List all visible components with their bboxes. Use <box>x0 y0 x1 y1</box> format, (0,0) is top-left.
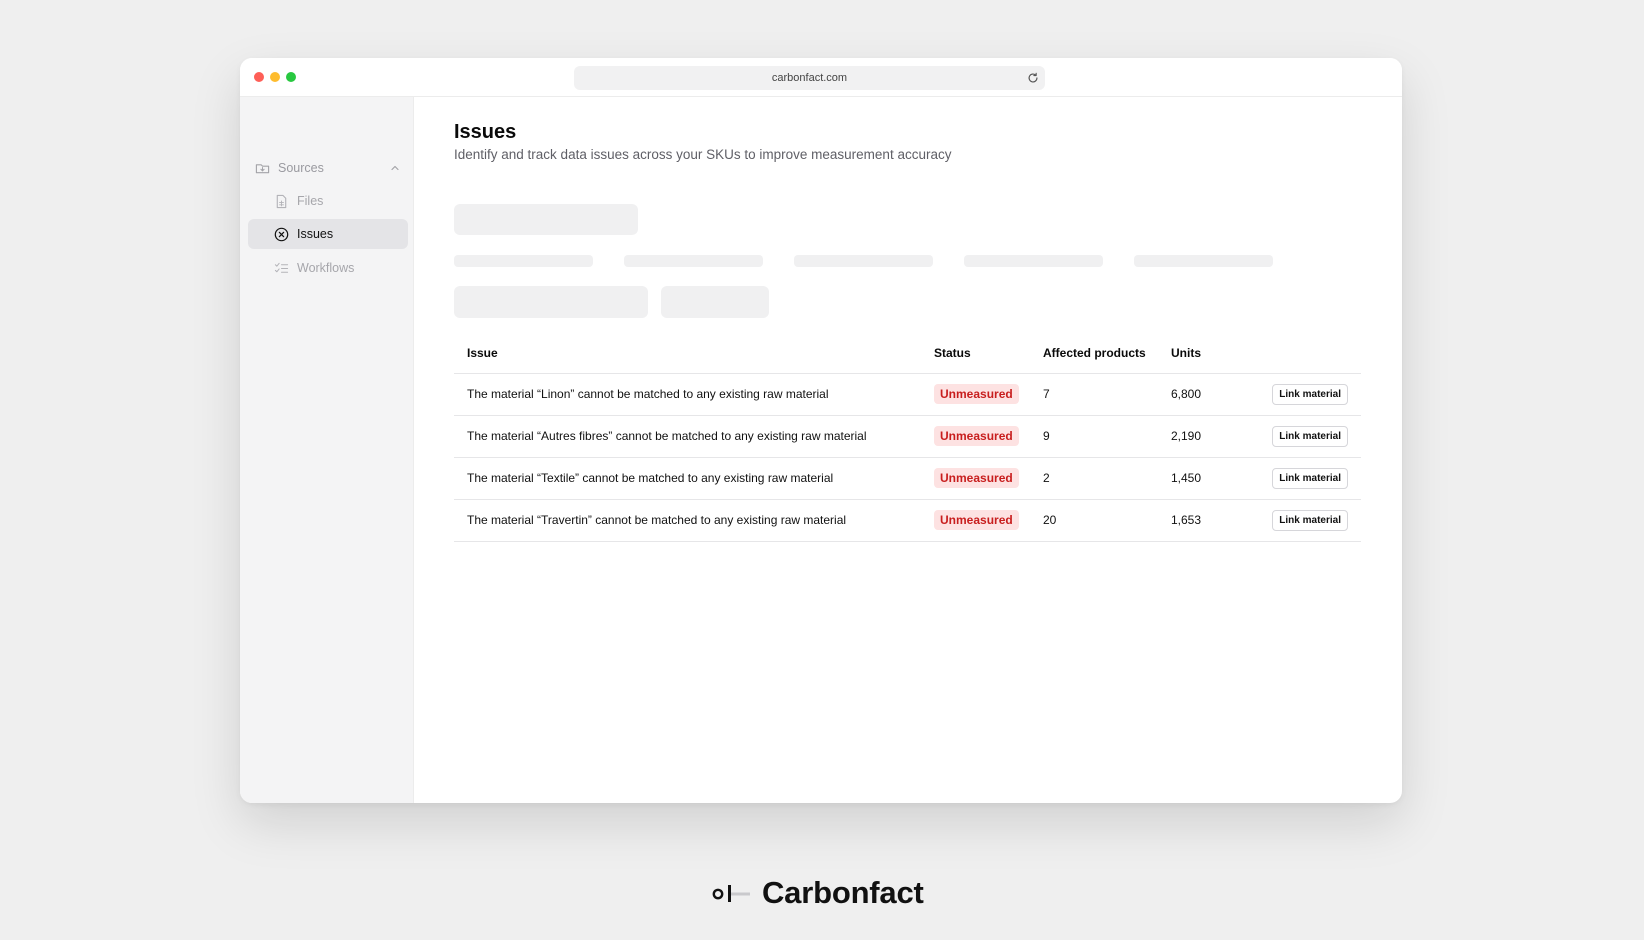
brand-logo: Carbonfact <box>712 875 924 911</box>
status-badge: Unmeasured <box>934 384 1019 404</box>
column-header-units[interactable]: Units <box>1171 333 1263 374</box>
table-row[interactable]: The material “Textile” cannot be matched… <box>454 457 1361 500</box>
skeleton-tab <box>794 255 933 267</box>
column-header-affected-products[interactable]: Affected products <box>1043 333 1171 374</box>
browser-window: carbonfact.com Sources Files Issues Work… <box>240 58 1402 803</box>
circle-x-icon <box>274 227 289 241</box>
table-row[interactable]: The material “Travertin” cannot be match… <box>454 499 1361 542</box>
checklist-icon <box>274 262 289 273</box>
units-value: 6,800 <box>1171 373 1263 416</box>
link-material-button[interactable]: Link material <box>1272 509 1348 531</box>
skeleton-tab <box>624 255 763 267</box>
folder-icon <box>255 163 270 173</box>
page-subtitle: Identify and track data issues across yo… <box>454 147 952 162</box>
column-header-issue[interactable]: Issue <box>454 333 934 374</box>
reload-icon[interactable] <box>1026 71 1040 85</box>
affected-products-count: 2 <box>1043 457 1171 500</box>
sidebar-section-sources[interactable]: Sources <box>255 153 407 183</box>
address-bar[interactable]: carbonfact.com <box>574 66 1045 90</box>
skeleton-tab <box>964 255 1103 267</box>
chevron-up-icon[interactable] <box>389 162 401 174</box>
units-value: 1,653 <box>1171 499 1263 542</box>
issue-text: The material “Autres fibres” cannot be m… <box>454 415 934 458</box>
affected-products-count: 20 <box>1043 499 1171 542</box>
link-material-button[interactable]: Link material <box>1272 425 1348 447</box>
carbonfact-logo-icon <box>712 885 750 902</box>
units-value: 1,450 <box>1171 457 1263 500</box>
skeleton-filter <box>454 286 648 318</box>
affected-products-count: 7 <box>1043 373 1171 416</box>
status-badge: Unmeasured <box>934 468 1019 488</box>
column-header-actions <box>1263 333 1361 374</box>
sidebar-item-workflows[interactable]: Workflows <box>274 253 404 283</box>
issue-text: The material “Textile” cannot be matched… <box>454 457 934 500</box>
link-material-button[interactable]: Link material <box>1272 467 1348 489</box>
sidebar-item-label: Files <box>297 194 324 208</box>
sidebar-item-files[interactable]: Files <box>274 186 404 216</box>
skeleton-heading <box>454 204 638 235</box>
issues-table: Issue Status Affected products Units The… <box>454 333 1361 542</box>
table-row[interactable]: The material “Autres fibres” cannot be m… <box>454 415 1361 458</box>
browser-titlebar: carbonfact.com <box>240 58 1402 97</box>
sidebar-item-issues[interactable]: Issues <box>248 219 408 249</box>
sidebar-item-label: Workflows <box>297 261 355 275</box>
issue-text: The material “Travertin” cannot be match… <box>454 499 934 542</box>
table-header-row: Issue Status Affected products Units <box>454 333 1361 374</box>
status-badge: Unmeasured <box>934 426 1019 446</box>
file-icon <box>276 194 287 208</box>
link-material-button[interactable]: Link material <box>1272 383 1348 405</box>
minimize-window-button[interactable] <box>270 72 280 82</box>
issue-text: The material “Linon” cannot be matched t… <box>454 373 934 416</box>
maximize-window-button[interactable] <box>286 72 296 82</box>
url-text: carbonfact.com <box>771 72 848 84</box>
page-title: Issues <box>454 121 517 143</box>
skeleton-tab <box>1134 255 1273 267</box>
sidebar-section-label: Sources <box>278 161 324 175</box>
sidebar-item-label: Issues <box>297 227 334 241</box>
units-value: 2,190 <box>1171 415 1263 458</box>
close-window-button[interactable] <box>254 72 264 82</box>
main-content: Issues Identify and track data issues ac… <box>414 97 1402 803</box>
status-badge: Unmeasured <box>934 510 1019 530</box>
skeleton-tab <box>454 255 593 267</box>
brand-name: Carbonfact <box>762 875 924 910</box>
column-header-status[interactable]: Status <box>934 333 1043 374</box>
affected-products-count: 9 <box>1043 415 1171 458</box>
sidebar: Sources Files Issues Workflows <box>240 97 414 803</box>
table-row[interactable]: The material “Linon” cannot be matched t… <box>454 373 1361 416</box>
skeleton-button <box>661 286 769 318</box>
